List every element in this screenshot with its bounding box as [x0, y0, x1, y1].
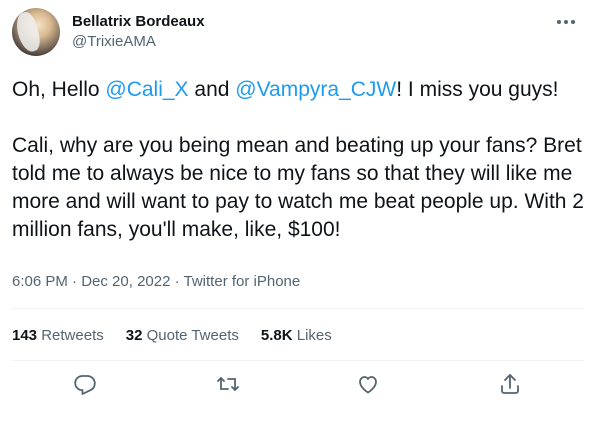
quote-tweets-label: Quote Tweets [146, 327, 239, 344]
tweet-line-1: Oh, Hello @Cali_X and @Vampyra_CJW! I mi… [12, 76, 584, 104]
tweet-date[interactable]: Dec 20, 2022 [81, 273, 170, 290]
likes-label: Likes [296, 327, 332, 344]
share-icon[interactable] [498, 372, 524, 398]
reply-icon[interactable] [73, 372, 99, 398]
divider [12, 360, 584, 361]
tweet-header: Bellatrix Bordeaux @TrixieAMA [12, 6, 584, 58]
retweets-label: Retweets [41, 327, 104, 344]
mention-link[interactable]: @Vampyra_CJW [235, 78, 396, 101]
quote-tweets-count: 32 [125, 327, 143, 344]
retweets-stat[interactable]: 143 Retweets [12, 326, 104, 346]
tweet-source[interactable]: Twitter for iPhone [184, 273, 301, 290]
quote-tweets-stat[interactable]: 32 Quote Tweets [126, 326, 239, 346]
tweet-card: Bellatrix Bordeaux @TrixieAMA Oh, Hello … [0, 0, 596, 424]
author-display-name[interactable]: Bellatrix Bordeaux [72, 12, 205, 32]
mention-link[interactable]: @Cali_X [105, 78, 188, 101]
tweet-stats: 143 Retweets 32 Quote Tweets 5.8K Likes [12, 326, 332, 346]
tweet-time[interactable]: 6:06 PM [12, 273, 68, 290]
tweet-text-segment: and [188, 78, 236, 101]
meta-separator: · [67, 273, 82, 290]
divider [12, 308, 584, 309]
heart-icon[interactable] [356, 372, 382, 398]
tweet-text: Oh, Hello @Cali_X and @Vampyra_CJW! I mi… [12, 76, 584, 244]
avatar[interactable] [12, 8, 60, 56]
tweet-text-segment: Oh, Hello [12, 78, 106, 101]
retweets-count: 143 [12, 327, 38, 344]
tweet-actions [0, 372, 596, 400]
author-names: Bellatrix Bordeaux @TrixieAMA [72, 12, 205, 52]
more-horizontal-icon[interactable] [554, 12, 578, 32]
tweet-text-segment: ! I miss you guys! [396, 78, 559, 101]
likes-count: 5.8K [260, 327, 293, 344]
tweet-paragraph-2: Cali, why are you being mean and beating… [12, 134, 584, 241]
author-handle[interactable]: @TrixieAMA [72, 32, 205, 52]
tweet-meta: 6:06 PM · Dec 20, 2022 · Twitter for iPh… [12, 272, 300, 292]
retweet-icon[interactable] [216, 372, 242, 398]
meta-separator: · [170, 273, 184, 290]
likes-stat[interactable]: 5.8K Likes [261, 326, 332, 346]
